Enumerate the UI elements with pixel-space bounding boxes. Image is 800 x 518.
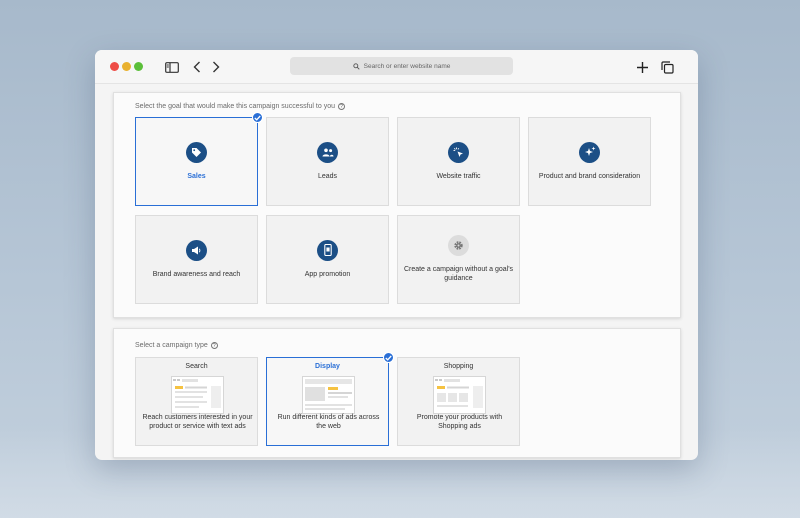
goal-card-website-traffic[interactable]: Website traffic bbox=[397, 117, 520, 206]
goal-card-leads[interactable]: Leads bbox=[266, 117, 389, 206]
campaign-type-card-shopping[interactable]: Shopping Promote your products with Shop… bbox=[397, 357, 520, 446]
campaign-type-prompt-text: Select a campaign type bbox=[135, 342, 208, 349]
goal-card-brand-awareness[interactable]: Brand awareness and reach bbox=[135, 215, 258, 304]
goal-card-app-promotion[interactable]: App promotion bbox=[266, 215, 389, 304]
tag-icon bbox=[186, 141, 207, 163]
goal-label: Brand awareness and reach bbox=[152, 270, 241, 278]
sparkle-icon bbox=[579, 141, 600, 163]
goal-card-sales[interactable]: Sales bbox=[135, 112, 263, 206]
help-icon[interactable]: ? bbox=[210, 342, 218, 349]
goal-label: Create a campaign without a goal's guida… bbox=[403, 266, 514, 282]
campaign-type-card-search[interactable]: Search Reach customers interested in you… bbox=[135, 357, 258, 446]
people-icon bbox=[317, 141, 338, 163]
campaign-type-title: Shopping bbox=[443, 363, 474, 370]
help-icon[interactable]: ? bbox=[338, 103, 345, 110]
maximize-window-button[interactable] bbox=[134, 62, 143, 71]
goal-prompt-text: Select the goal that would make this cam… bbox=[135, 103, 335, 110]
tab-overview-icon[interactable] bbox=[659, 59, 675, 75]
close-window-button[interactable] bbox=[110, 62, 119, 71]
forward-arrow-icon[interactable] bbox=[208, 59, 224, 75]
goal-selection-panel: Select the goal that would make this cam… bbox=[113, 92, 681, 318]
checkmark-icon bbox=[383, 352, 394, 363]
search-ad-thumbnail bbox=[171, 376, 224, 414]
campaign-type-description: Promote your products with Shopping ads bbox=[416, 414, 503, 431]
campaign-type-description: Reach customers interested in your produ… bbox=[142, 414, 253, 431]
campaign-type-section-label: Select a campaign type ? bbox=[135, 342, 218, 349]
goal-section-label: Select the goal that would make this cam… bbox=[135, 103, 345, 110]
goal-card-no-guidance[interactable]: Create a campaign without a goal's guida… bbox=[397, 215, 520, 304]
browser-titlebar: Search or enter website name bbox=[95, 50, 698, 84]
goal-label: Sales bbox=[187, 172, 206, 180]
minimize-window-button[interactable] bbox=[122, 62, 131, 71]
megaphone-icon bbox=[186, 239, 207, 261]
shopping-ad-thumbnail bbox=[433, 376, 486, 414]
new-tab-plus-icon[interactable] bbox=[634, 59, 650, 75]
browser-window: Search or enter website name Select the … bbox=[95, 50, 698, 460]
phone-icon bbox=[317, 239, 338, 261]
search-icon bbox=[352, 62, 360, 70]
sidebar-toggle-icon[interactable] bbox=[164, 59, 180, 75]
address-bar[interactable]: Search or enter website name bbox=[290, 57, 513, 75]
checkmark-icon bbox=[252, 112, 263, 123]
goal-label: App promotion bbox=[304, 270, 351, 278]
gear-icon bbox=[448, 235, 469, 257]
back-arrow-icon[interactable] bbox=[189, 59, 205, 75]
campaign-type-description: Run different kinds of ads across the we… bbox=[277, 414, 380, 431]
display-ad-thumbnail bbox=[302, 376, 355, 414]
campaign-type-card-display[interactable]: Display Run different kinds of ads acros… bbox=[266, 352, 394, 446]
campaign-type-title: Search bbox=[185, 363, 208, 370]
goal-label: Product and brand consideration bbox=[538, 172, 641, 180]
goal-label: Website traffic bbox=[436, 172, 481, 180]
goal-label: Leads bbox=[317, 172, 338, 180]
cursor-click-icon bbox=[448, 141, 469, 163]
campaign-type-panel: Select a campaign type ? Search Reach cu… bbox=[113, 328, 681, 458]
goal-card-product-brand-consideration[interactable]: Product and brand consideration bbox=[528, 117, 651, 206]
address-placeholder: Search or enter website name bbox=[363, 62, 451, 70]
campaign-type-title: Display bbox=[315, 363, 340, 370]
